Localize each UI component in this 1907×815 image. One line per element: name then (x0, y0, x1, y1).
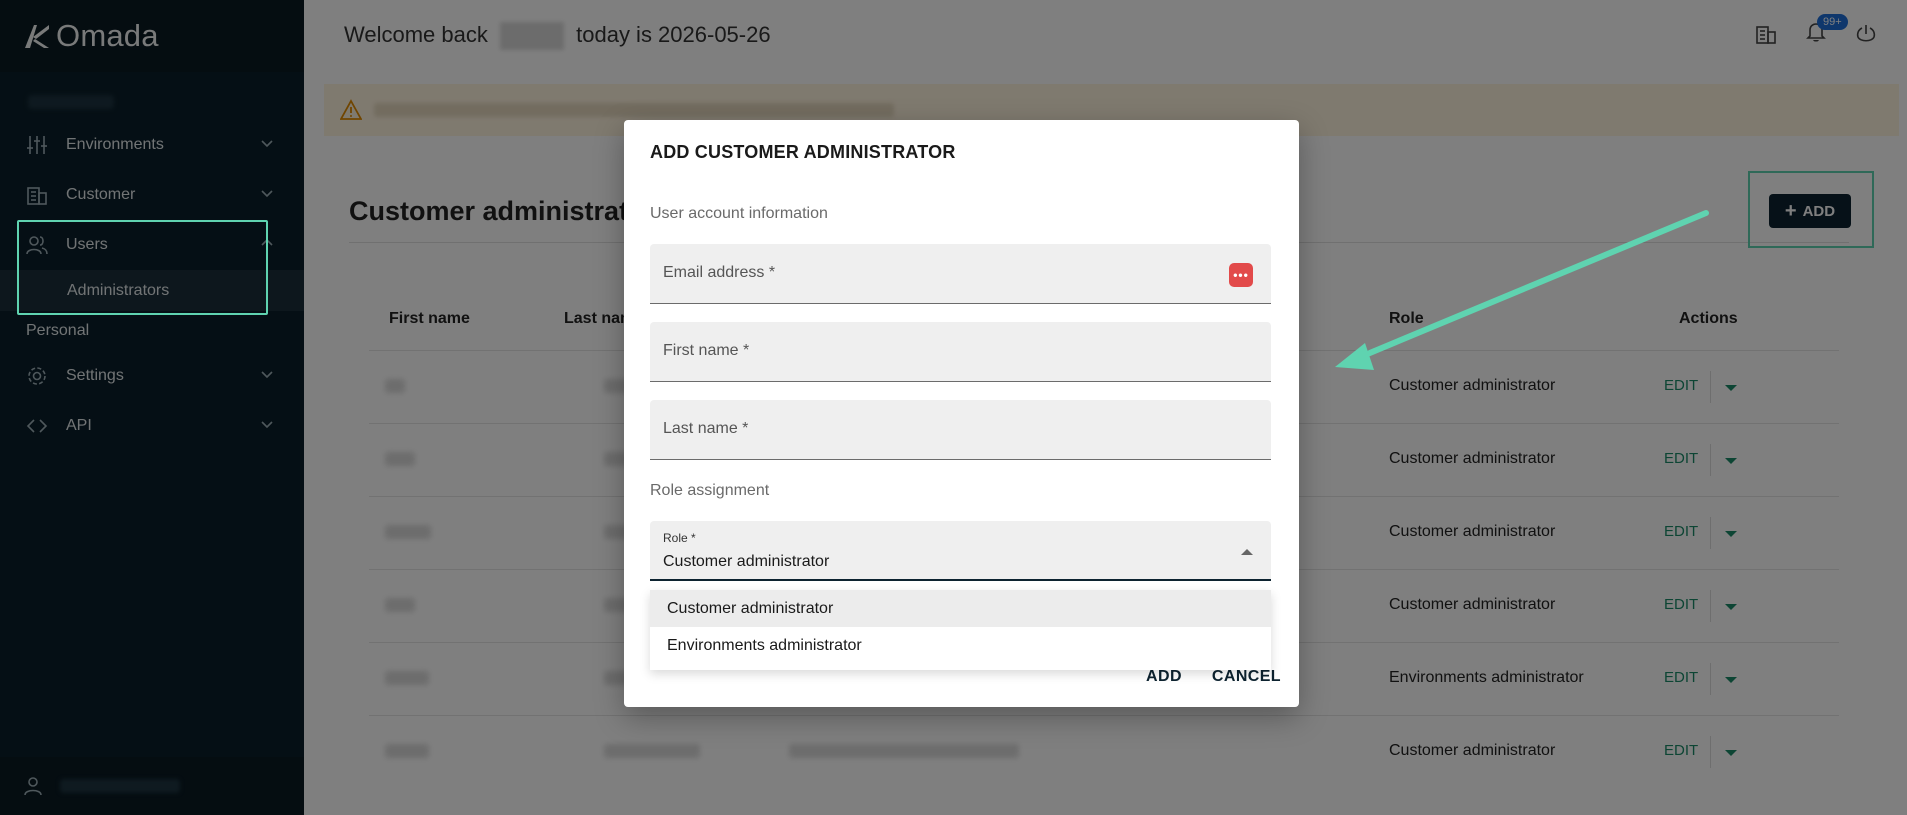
first-name-label: First name * (663, 342, 750, 359)
role-option[interactable]: Customer administrator (650, 590, 1271, 627)
add-customer-admin-dialog: ADD CUSTOMER ADMINISTRATOR User account … (624, 120, 1299, 707)
email-label: Email address * (663, 264, 776, 281)
role-dropdown-menu: Customer administrator Environments admi… (650, 590, 1271, 670)
first-name-field[interactable]: First name * (650, 322, 1271, 382)
last-name-field[interactable]: Last name * (650, 400, 1271, 460)
role-option[interactable]: Environments administrator (650, 627, 1271, 664)
role-select[interactable]: Role * Customer administrator (650, 521, 1271, 581)
dialog-add-button[interactable]: ADD (1146, 668, 1182, 686)
role-value: Customer administrator (663, 553, 830, 570)
caret-up-icon (1241, 549, 1253, 555)
section-role-assignment: Role assignment (650, 482, 770, 499)
dialog-title: ADD CUSTOMER ADMINISTRATOR (650, 142, 956, 162)
users-highlight (17, 220, 268, 315)
email-field[interactable]: Email address * ••• (650, 244, 1271, 304)
dialog-actions: ADD CANCEL (1146, 668, 1281, 686)
section-user-info: User account information (650, 205, 828, 222)
role-label: Role * (663, 531, 696, 545)
password-manager-icon[interactable]: ••• (1229, 263, 1253, 287)
last-name-label: Last name * (663, 420, 749, 437)
dialog-cancel-button[interactable]: CANCEL (1212, 668, 1281, 686)
